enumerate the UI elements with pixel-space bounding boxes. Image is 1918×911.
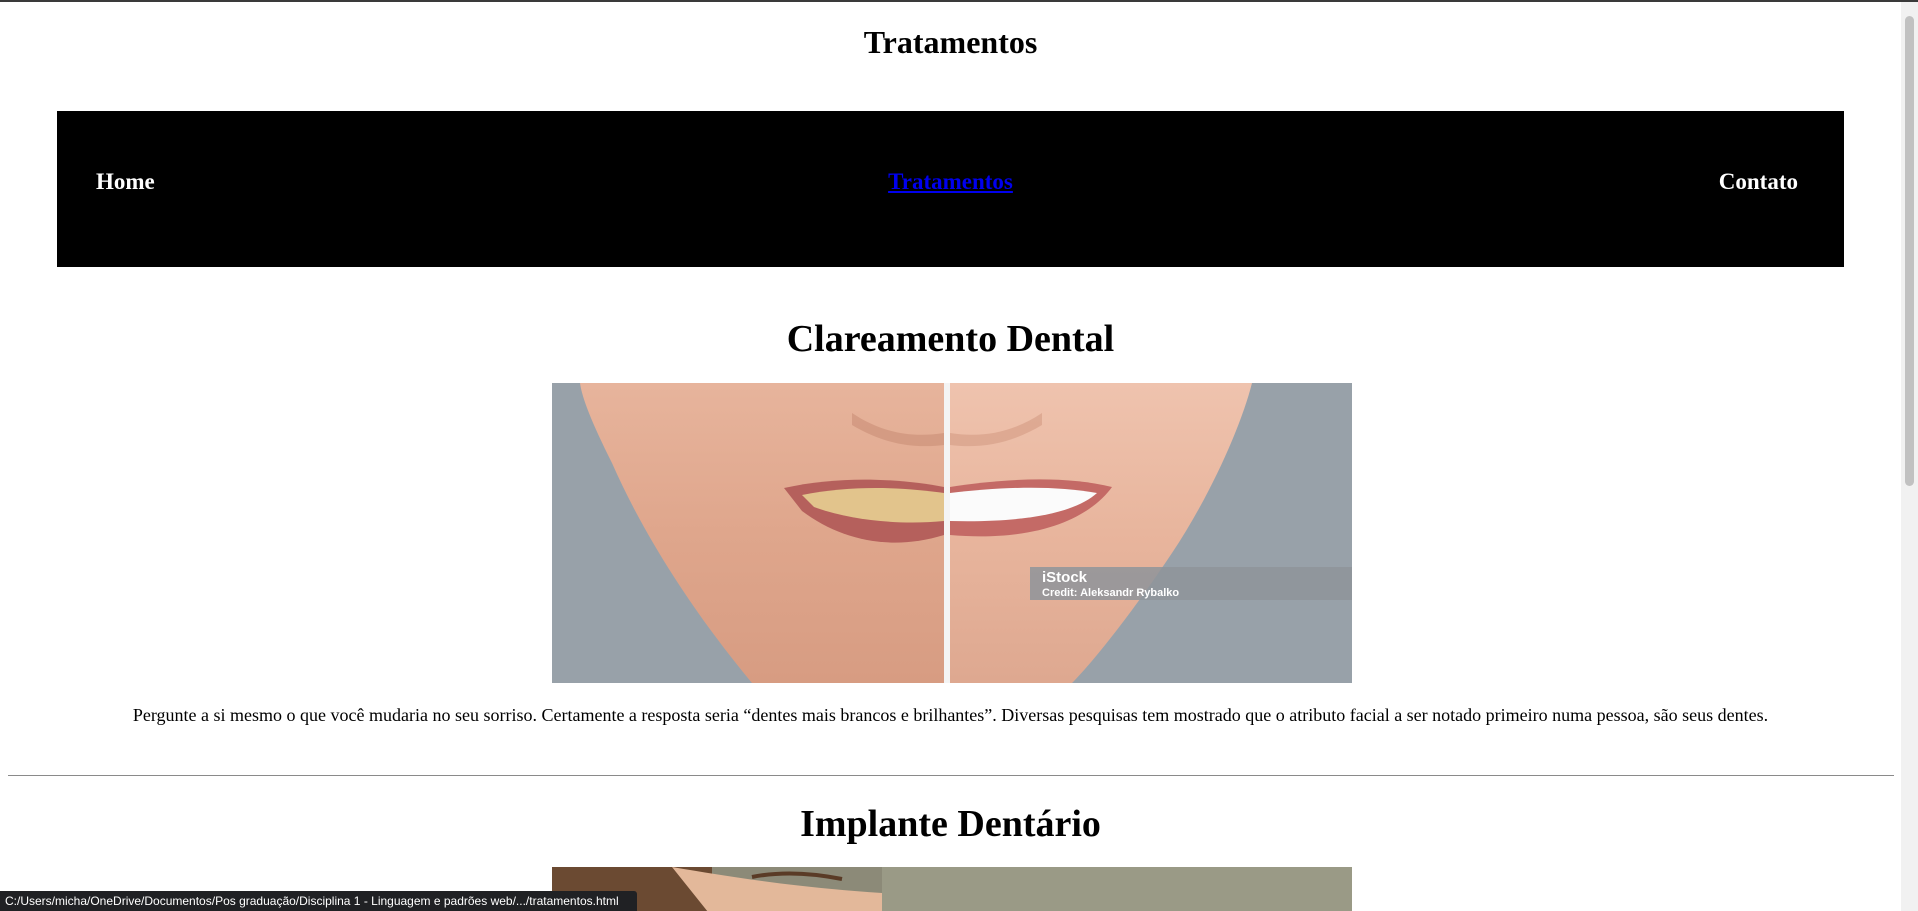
nav-link-contato[interactable]: Contato bbox=[1719, 169, 1798, 195]
watermark-credit: Credit: Aleksandr Rybalko bbox=[1042, 587, 1179, 599]
nav-link-tratamentos[interactable]: Tratamentos bbox=[57, 169, 1844, 195]
status-bar-url: C:/Users/micha/OneDrive/Documentos/Pos g… bbox=[0, 891, 637, 911]
watermark-brand: iStock bbox=[1042, 569, 1088, 586]
clareamento-image: iStock Credit: Aleksandr Rybalko bbox=[552, 383, 1352, 683]
scrollbar-thumb[interactable] bbox=[1905, 16, 1914, 486]
implante-image bbox=[552, 867, 1352, 911]
page-viewport: Tratamentos Home Tratamentos Contato Cla… bbox=[0, 2, 1901, 911]
section-title-implante: Implante Dentário bbox=[800, 803, 1101, 845]
section-divider bbox=[8, 775, 1894, 776]
main-nav: Home Tratamentos Contato bbox=[57, 111, 1844, 267]
page-title: Tratamentos bbox=[863, 24, 1038, 60]
vertical-scrollbar[interactable] bbox=[1901, 2, 1918, 911]
section-title-clareamento: Clareamento Dental bbox=[786, 318, 1115, 360]
clareamento-description: Pergunte a si mesmo o que você mudaria n… bbox=[132, 705, 1769, 725]
